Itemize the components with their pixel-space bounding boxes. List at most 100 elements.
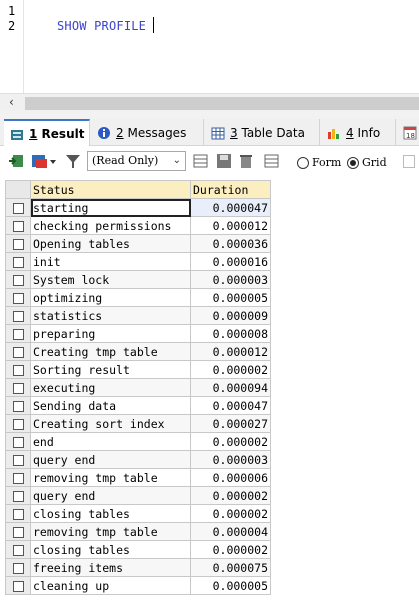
row-checkbox[interactable] [12,328,24,340]
status-cell[interactable]: Sending data [30,396,191,415]
row-checkbox[interactable] [12,562,24,574]
row-checkbox-cell[interactable] [5,576,31,595]
grid-layout-dropdown-icon[interactable] [31,153,57,169]
row-checkbox[interactable] [12,454,24,466]
row-checkbox-cell[interactable] [5,342,31,361]
row-checkbox-cell[interactable] [5,360,31,379]
row-checkbox[interactable] [12,292,24,304]
status-cell[interactable]: removing tmp table [30,468,191,487]
sql-editor[interactable]: 1 2 SHOW PROFILE [0,0,419,95]
table-row[interactable]: starting 0.000047 [5,198,271,217]
row-checkbox[interactable] [12,472,24,484]
duration-cell[interactable]: 0.000009 [190,306,271,325]
row-checkbox-cell[interactable] [5,540,31,559]
row-checkbox[interactable] [12,202,24,214]
table-row[interactable]: removing tmp table 0.000006 [5,468,271,487]
row-checkbox[interactable] [12,490,24,502]
table-row[interactable]: Creating sort index 0.000027 [5,414,271,433]
row-checkbox-cell[interactable] [5,324,31,343]
column-header-duration[interactable]: Duration [190,180,271,199]
row-checkbox-cell[interactable] [5,234,31,253]
sql-query-text[interactable]: SHOW PROFILE [57,19,146,33]
save-icon[interactable] [216,153,232,169]
row-checkbox-cell[interactable] [5,378,31,397]
table-row[interactable]: checking permissions 0.000012 [5,216,271,235]
splitter[interactable] [0,111,419,119]
row-checkbox[interactable] [12,580,24,592]
table-row[interactable]: end 0.000002 [5,432,271,451]
table-row[interactable]: Opening tables 0.000036 [5,234,271,253]
row-checkbox[interactable] [12,364,24,376]
row-checkbox[interactable] [12,544,24,556]
row-checkbox-cell[interactable] [5,306,31,325]
status-cell[interactable]: starting [30,198,191,217]
table-row[interactable]: preparing 0.000008 [5,324,271,343]
duration-cell[interactable]: 0.000012 [190,216,271,235]
row-checkbox-cell[interactable] [5,414,31,433]
status-cell[interactable]: Sorting result [30,360,191,379]
duration-cell[interactable]: 0.000002 [190,504,271,523]
status-cell[interactable]: System lock [30,270,191,289]
status-cell[interactable]: Creating tmp table [30,342,191,361]
tab-result[interactable]: 1 Result [4,119,90,146]
status-cell[interactable]: statistics [30,306,191,325]
status-cell[interactable]: optimizing [30,288,191,307]
scrollbar-thumb[interactable] [25,97,419,110]
row-checkbox[interactable] [12,346,24,358]
tab-messages[interactable]: 2 Messages [91,119,204,146]
row-checkbox[interactable] [12,382,24,394]
status-cell[interactable]: executing [30,378,191,397]
status-cell[interactable]: Opening tables [30,234,191,253]
row-checkbox[interactable] [12,508,24,520]
duration-cell[interactable]: 0.000002 [190,360,271,379]
row-checkbox-cell[interactable] [5,468,31,487]
add-row-icon[interactable] [193,153,209,169]
row-checkbox-cell[interactable] [5,252,31,271]
status-cell[interactable]: end [30,432,191,451]
status-cell[interactable]: query end [30,450,191,469]
table-row[interactable]: query end 0.000003 [5,450,271,469]
duration-cell[interactable]: 0.000094 [190,378,271,397]
tab-history[interactable]: 18 [397,119,419,146]
column-header-status[interactable]: Status [30,180,191,199]
export-icon[interactable] [8,153,24,169]
row-checkbox[interactable] [12,274,24,286]
status-cell[interactable]: cleaning up [30,576,191,595]
table-row[interactable]: Creating tmp table 0.000012 [5,342,271,361]
row-checkbox-cell[interactable] [5,504,31,523]
filter-icon[interactable] [65,153,81,169]
duration-cell[interactable]: 0.000036 [190,234,271,253]
table-row[interactable]: query end 0.000002 [5,486,271,505]
duration-cell[interactable]: 0.000005 [190,576,271,595]
status-cell[interactable]: init [30,252,191,271]
table-row[interactable]: Sending data 0.000047 [5,396,271,415]
status-cell[interactable]: query end [30,486,191,505]
status-cell[interactable]: Creating sort index [30,414,191,433]
table-row[interactable]: init 0.000016 [5,252,271,271]
row-checkbox-cell[interactable] [5,270,31,289]
scroll-left-icon[interactable]: ‹ [9,95,14,109]
status-cell[interactable]: closing tables [30,504,191,523]
row-checkbox-cell[interactable] [5,396,31,415]
duration-cell[interactable]: 0.000008 [190,324,271,343]
row-checkbox[interactable] [12,418,24,430]
radio-circle[interactable] [297,156,309,169]
duration-cell[interactable]: 0.000005 [190,288,271,307]
form-view-radio[interactable]: Form [297,156,341,169]
row-checkbox-cell[interactable] [5,558,31,577]
duration-cell[interactable]: 0.000002 [190,540,271,559]
status-cell[interactable]: freeing items [30,558,191,577]
row-checkbox-cell[interactable] [5,432,31,451]
row-checkbox[interactable] [12,400,24,412]
table-row[interactable]: statistics 0.000009 [5,306,271,325]
toolbar-checkbox[interactable] [403,155,415,168]
table-row[interactable]: removing tmp table 0.000004 [5,522,271,541]
duration-cell[interactable]: 0.000002 [190,486,271,505]
table-row[interactable]: cleaning up 0.000005 [5,576,271,595]
table-row[interactable]: freeing items 0.000075 [5,558,271,577]
row-checkbox[interactable] [12,256,24,268]
row-checkbox-cell[interactable] [5,486,31,505]
horizontal-scrollbar[interactable]: ‹ [0,93,419,111]
duration-cell[interactable]: 0.000027 [190,414,271,433]
duration-cell[interactable]: 0.000075 [190,558,271,577]
